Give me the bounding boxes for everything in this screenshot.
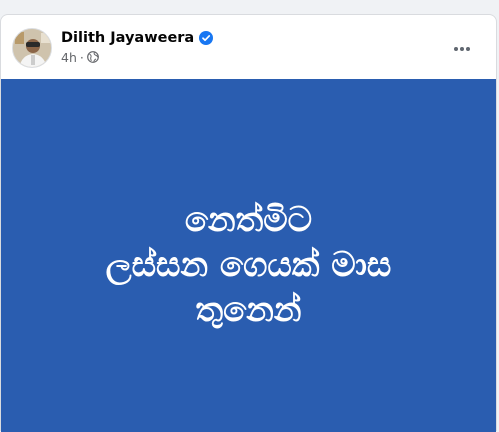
author-row: Dilith Jayaweera bbox=[61, 29, 214, 47]
post-status-background[interactable]: නෙත්මිට ලස්සන ගෙයක් මාස තුනෙන් bbox=[1, 79, 496, 432]
post-text: නෙත්මිට ලස්සන ගෙයක් මාස තුනෙන් bbox=[106, 198, 392, 333]
post-text-line: ලස්සන ගෙයක් මාස bbox=[105, 245, 392, 285]
post-text-line: නෙත්මිට bbox=[184, 200, 313, 240]
verified-badge-icon bbox=[199, 31, 214, 45]
post-header: Dilith Jayaweera 4h · bbox=[1, 15, 496, 79]
author-name[interactable]: Dilith Jayaweera bbox=[61, 30, 194, 46]
post-meta: 4h · bbox=[61, 49, 99, 65]
post-timestamp[interactable]: 4h bbox=[61, 50, 77, 65]
post-card: Dilith Jayaweera 4h · නෙත්මිට ලස්සන ගෙයක… bbox=[0, 14, 497, 432]
avatar[interactable] bbox=[12, 28, 52, 68]
meta-separator: · bbox=[79, 49, 84, 65]
post-text-line: තුනෙන් bbox=[195, 290, 302, 330]
profile-photo bbox=[13, 29, 51, 67]
globe-icon[interactable] bbox=[86, 51, 99, 63]
more-horizontal-icon bbox=[454, 47, 470, 51]
more-options-button[interactable] bbox=[444, 31, 480, 67]
